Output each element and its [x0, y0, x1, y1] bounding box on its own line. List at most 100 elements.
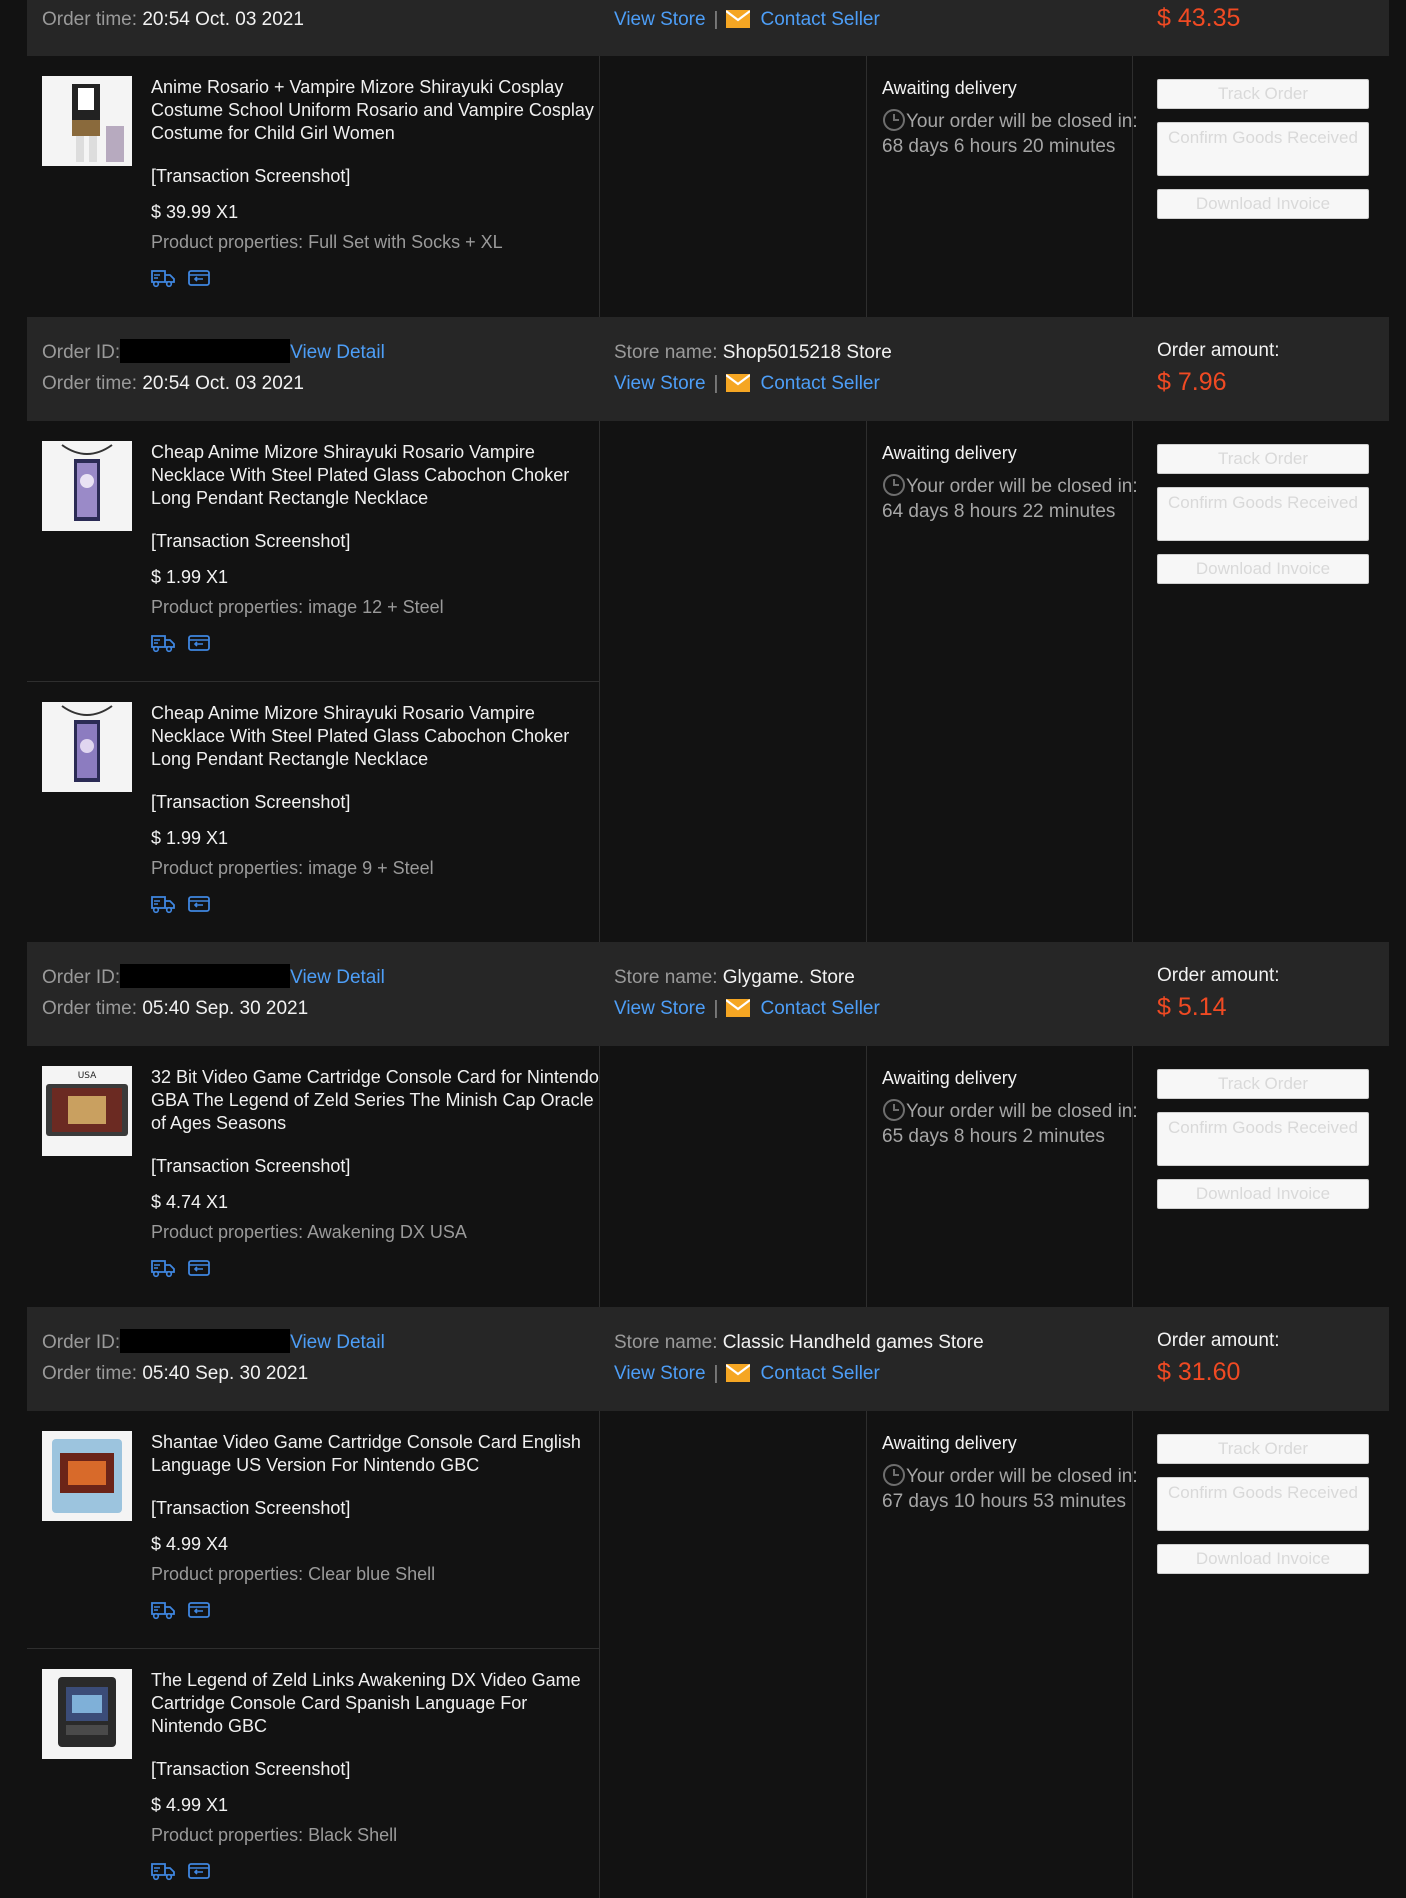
redacted-order-id	[120, 964, 291, 988]
transaction-screenshot-link[interactable]: [Transaction Screenshot]	[151, 790, 350, 814]
link-separator: |	[713, 998, 719, 1019]
order-time-label: Order time:	[42, 373, 138, 394]
confirm-goods-button[interactable]: Confirm Goods Received	[1157, 122, 1369, 176]
redacted-order-id	[120, 339, 291, 363]
contact-seller-link[interactable]: Contact Seller	[760, 373, 879, 394]
truck-icon[interactable]	[151, 633, 175, 653]
product-title[interactable]: Cheap Anime Mizore Shirayuki Rosario Vam…	[151, 441, 601, 510]
store-name-label: Store name:	[614, 1332, 718, 1353]
store-name-label: Store name:	[614, 342, 718, 363]
track-order-button[interactable]: Track Order	[1157, 79, 1369, 109]
order-amount-label: Order amount:	[1157, 965, 1280, 986]
product-properties-value: image 12 + Steel	[308, 597, 444, 617]
product-properties-label: Product properties:	[151, 232, 304, 252]
view-store-link[interactable]: View Store	[614, 9, 706, 30]
store-name-value: Classic Handheld games Store	[722, 1332, 984, 1353]
contact-seller-link[interactable]: Contact Seller	[760, 9, 879, 30]
clock-icon	[883, 109, 905, 131]
view-store-link[interactable]: View Store	[614, 1363, 706, 1384]
svg-text:USA: USA	[78, 1071, 97, 1081]
download-invoice-button[interactable]: Download Invoice	[1157, 1544, 1369, 1574]
order-amount-label: Order amount:	[1157, 340, 1280, 361]
truck-icon[interactable]	[151, 1861, 175, 1881]
return-box-icon[interactable]	[187, 633, 211, 653]
order-amount-label: Order amount:	[1157, 1330, 1280, 1351]
order-header: Order ID: View Detail Order time: 20:54 O…	[27, 317, 1389, 421]
product-properties-label: Product properties:	[151, 597, 304, 617]
product-properties-value: Clear blue Shell	[308, 1564, 436, 1584]
track-order-button[interactable]: Track Order	[1157, 1069, 1369, 1099]
order-status: Awaiting delivery Your order will be clo…	[882, 1066, 1142, 1149]
order-status: Awaiting delivery Your order will be clo…	[882, 1431, 1142, 1514]
envelope-icon	[726, 374, 751, 392]
return-box-icon[interactable]	[187, 894, 211, 914]
product-title[interactable]: The Legend of Zeld Links Awakening DX Vi…	[151, 1669, 601, 1738]
order-item: Cheap Anime Mizore Shirayuki Rosario Vam…	[27, 421, 599, 682]
download-invoice-button[interactable]: Download Invoice	[1157, 1179, 1369, 1209]
order-status: Awaiting delivery Your order will be clo…	[882, 76, 1142, 159]
return-box-icon[interactable]	[187, 1861, 211, 1881]
track-order-button[interactable]: Track Order	[1157, 444, 1369, 474]
order-time-label: Order time:	[42, 9, 138, 30]
product-title[interactable]: Cheap Anime Mizore Shirayuki Rosario Vam…	[151, 702, 601, 771]
order-item: Cheap Anime Mizore Shirayuki Rosario Vam…	[27, 682, 599, 942]
product-thumbnail[interactable]	[42, 1431, 132, 1521]
return-box-icon[interactable]	[187, 1258, 211, 1278]
transaction-screenshot-link[interactable]: [Transaction Screenshot]	[151, 1496, 350, 1520]
product-title[interactable]: 32 Bit Video Game Cartridge Console Card…	[151, 1066, 601, 1135]
product-title[interactable]: Anime Rosario + Vampire Mizore Shirayuki…	[151, 76, 601, 145]
confirm-goods-button[interactable]: Confirm Goods Received	[1157, 1477, 1369, 1531]
view-detail-link[interactable]: View Detail	[290, 967, 385, 988]
store-name-label: Store name:	[614, 967, 718, 988]
view-detail-link[interactable]: View Detail	[290, 1332, 385, 1353]
truck-icon[interactable]	[151, 268, 175, 288]
order-item: USA 32 Bit Video Game Cartridge Console …	[27, 1046, 599, 1307]
transaction-screenshot-link[interactable]: [Transaction Screenshot]	[151, 529, 350, 553]
product-price-qty: $ 1.99 X1	[151, 828, 229, 848]
contact-seller-link[interactable]: Contact Seller	[760, 1363, 879, 1384]
status-countdown: Your order will be closed in: 64 days 8 …	[882, 476, 1138, 522]
product-thumbnail[interactable]	[42, 76, 132, 166]
view-detail-link[interactable]: View Detail	[290, 342, 385, 363]
order-id-label: Order ID:	[42, 1332, 121, 1353]
confirm-goods-button[interactable]: Confirm Goods Received	[1157, 487, 1369, 541]
product-properties-label: Product properties:	[151, 1564, 304, 1584]
transaction-screenshot-link[interactable]: [Transaction Screenshot]	[151, 164, 350, 188]
order-id-label: Order ID:	[42, 967, 121, 988]
return-box-icon[interactable]	[187, 268, 211, 288]
order-time-value: 05:40 Sep. 30 2021	[142, 998, 309, 1019]
store-name-value: Glygame. Store	[722, 967, 855, 988]
order-item: Anime Rosario + Vampire Mizore Shirayuki…	[27, 56, 599, 317]
product-thumbnail[interactable]	[42, 1669, 132, 1759]
track-order-button[interactable]: Track Order	[1157, 1434, 1369, 1464]
view-store-link[interactable]: View Store	[614, 998, 706, 1019]
confirm-goods-button[interactable]: Confirm Goods Received	[1157, 1112, 1369, 1166]
order-time-label: Order time:	[42, 1363, 138, 1384]
product-thumbnail[interactable]	[42, 441, 132, 531]
transaction-screenshot-link[interactable]: [Transaction Screenshot]	[151, 1154, 350, 1178]
truck-icon[interactable]	[151, 1258, 175, 1278]
transaction-screenshot-link[interactable]: [Transaction Screenshot]	[151, 1757, 350, 1781]
product-properties-value: image 9 + Steel	[308, 858, 434, 878]
product-thumbnail[interactable]: USA	[42, 1066, 132, 1156]
return-box-icon[interactable]	[187, 1600, 211, 1620]
clock-icon	[883, 1099, 905, 1121]
order-body: Shantae Video Game Cartridge Console Car…	[27, 1411, 1389, 1898]
truck-icon[interactable]	[151, 894, 175, 914]
clock-icon	[883, 474, 905, 496]
status-label: Awaiting delivery	[882, 1068, 1017, 1088]
product-properties-label: Product properties:	[151, 1825, 304, 1845]
contact-seller-link[interactable]: Contact Seller	[760, 998, 879, 1019]
download-invoice-button[interactable]: Download Invoice	[1157, 189, 1369, 219]
status-countdown: Your order will be closed in: 68 days 6 …	[882, 111, 1138, 157]
truck-icon[interactable]	[151, 1600, 175, 1620]
download-invoice-button[interactable]: Download Invoice	[1157, 554, 1369, 584]
view-store-link[interactable]: View Store	[614, 373, 706, 394]
product-properties-value: Full Set with Socks + XL	[308, 232, 503, 252]
product-properties-label: Product properties:	[151, 1222, 304, 1242]
order-amount-value: $ 7.96	[1157, 368, 1227, 396]
product-thumbnail[interactable]	[42, 702, 132, 792]
product-price-qty: $ 4.74 X1	[151, 1192, 229, 1212]
order-header: Order ID: View Detail Order time: 05:40 S…	[27, 1307, 1389, 1411]
product-title[interactable]: Shantae Video Game Cartridge Console Car…	[151, 1431, 601, 1477]
